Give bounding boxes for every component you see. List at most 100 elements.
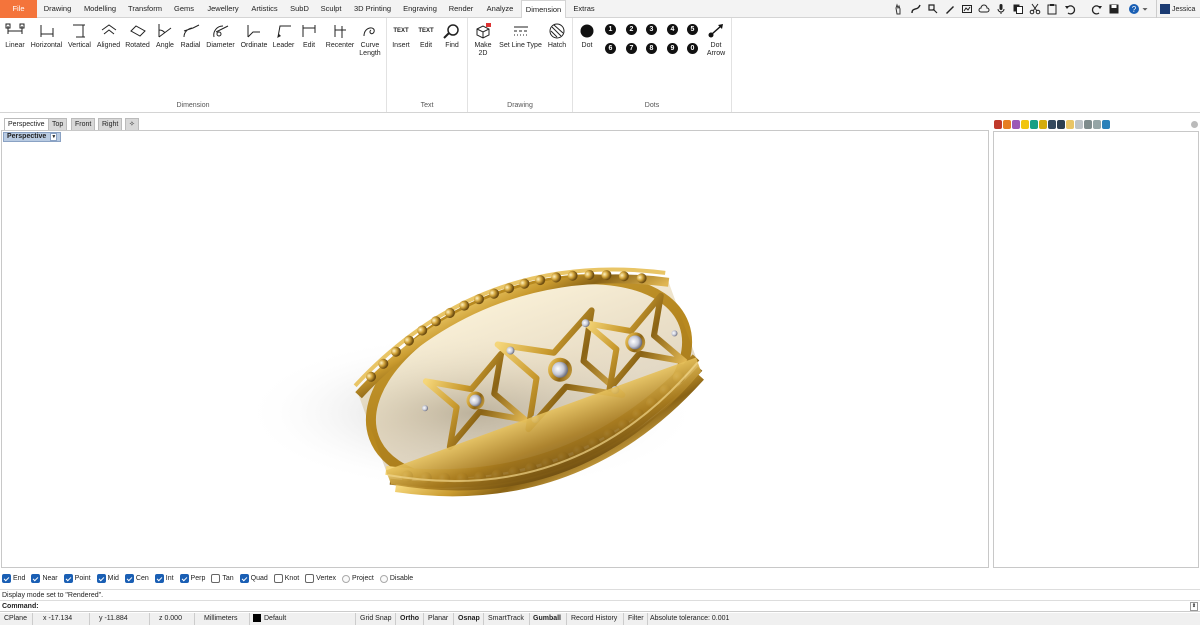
tab-modelling[interactable]: Modelling [80,0,120,18]
osnap-cen[interactable]: Cen [124,574,149,583]
tab-right[interactable]: Right [98,118,123,130]
folder-panel-icon[interactable] [1039,120,1047,129]
tab-gems[interactable]: Gems [170,0,198,18]
cen-checkbox[interactable] [124,574,134,583]
tab-drawing[interactable]: Drawing [40,0,75,18]
find-text-button[interactable]: Find [441,20,463,50]
dot-0-button[interactable]: 0 [687,43,698,54]
diameter-button[interactable]: Diameter [205,20,236,50]
tab-analyze[interactable]: Analyze [482,0,518,18]
osnap-perp[interactable]: Perp [179,574,205,583]
leader-button[interactable]: Leader [271,20,296,50]
layers-panel-icon[interactable] [1003,120,1011,129]
save-icon[interactable] [1106,1,1121,16]
vertex-checkbox[interactable] [305,574,315,583]
tab-jewellery[interactable]: Jewellery [203,0,243,18]
project-radio[interactable] [342,574,351,583]
aligned-button[interactable]: Aligned [95,20,122,50]
help-dropdown-icon[interactable] [1140,1,1150,16]
osnap-vertex[interactable]: Vertex [305,574,336,583]
ordinate-button[interactable]: Ordinate [239,20,269,50]
dot-6-button[interactable]: 6 [605,43,616,54]
osnap-tan[interactable]: Tan [211,574,234,583]
disable-radio[interactable] [379,574,388,583]
dot-1-button[interactable]: 1 [605,24,616,35]
tab-transform[interactable]: Transform [125,0,165,18]
osnap-knot[interactable]: Knot [273,574,299,583]
hand-icon[interactable] [890,1,905,16]
knot-checkbox[interactable] [273,574,283,583]
near-checkbox[interactable] [31,574,41,583]
tab-perspective[interactable]: Perspective [4,118,49,130]
panel-settings-icon[interactable] [1191,121,1198,128]
cloud-icon[interactable] [976,1,991,16]
render-panel-icon[interactable] [1012,120,1020,129]
redo-icon[interactable] [1089,1,1104,16]
curve-length-button[interactable]: Curve Length [357,20,383,58]
named-views-panel-icon[interactable] [1057,120,1065,129]
hatch-button[interactable]: Hatch [545,20,569,50]
horizontal-button[interactable]: Horizontal [30,20,63,50]
display-panel-icon[interactable] [1048,120,1056,129]
filter-toggle[interactable]: Filter [624,613,648,625]
help-icon[interactable]: ? [1126,1,1141,16]
gumball-toggle[interactable]: Gumball [530,613,567,625]
user-account[interactable]: Jessica [1156,0,1200,18]
tab-render[interactable]: Render [445,0,477,18]
perp-checkbox[interactable] [179,574,189,583]
tab-front[interactable]: Front [71,118,96,130]
tab-3d-printing[interactable]: 3D Printing [350,0,395,18]
properties-panel-icon[interactable] [994,120,1002,129]
dot-9-button[interactable]: 9 [667,43,678,54]
tab-artistics[interactable]: Artistics [247,0,282,18]
quad-checkbox[interactable] [239,574,249,583]
cut-icon[interactable] [1027,1,1042,16]
command-input[interactable] [40,602,1180,611]
cplane-label[interactable]: CPlane [0,613,33,625]
angle-button[interactable]: Angle [153,20,177,50]
dot-4-button[interactable]: 4 [667,24,678,35]
dot-5-button[interactable]: 5 [687,24,698,35]
dot-arrow-button[interactable]: Dot Arrow [704,20,728,58]
dot-button[interactable]: Dot [577,20,597,50]
dot-2-button[interactable]: 2 [626,24,637,35]
layer-selector[interactable]: Default [250,613,356,625]
tab-engraving[interactable]: Engraving [400,0,440,18]
dot-3-button[interactable]: 3 [646,24,657,35]
materials-panel-icon[interactable] [1021,120,1029,129]
image-icon[interactable] [959,1,974,16]
undo-icon[interactable] [1062,1,1077,16]
radial-button[interactable]: Radial [178,20,203,50]
osnap-quad[interactable]: Quad [239,574,268,583]
smarttrack-toggle[interactable]: SmartTrack [484,613,530,625]
command-scroll-icon[interactable]: ⇕ [1190,602,1198,611]
paste-icon[interactable] [1044,1,1059,16]
grid-snap-toggle[interactable]: Grid Snap [356,613,396,625]
perspective-viewport[interactable]: Perspective ▼ [1,130,989,568]
recenter-button[interactable]: Recenter [323,20,357,50]
set-line-type-button[interactable]: Set Line Type [498,20,543,50]
add-viewport-icon[interactable]: ✧ [125,118,139,130]
osnap-int[interactable]: Int [154,574,174,583]
vertical-button[interactable]: Vertical [66,20,93,50]
tab-subd[interactable]: SubD [287,0,312,18]
help-panel-icon[interactable] [1075,120,1083,129]
osnap-disable[interactable]: Disable [379,574,413,583]
notes-panel-icon[interactable] [1066,120,1074,129]
dot-7-button[interactable]: 7 [626,43,637,54]
files-panel-icon[interactable] [1093,120,1101,129]
insert-text-button[interactable]: TEXT Insert [389,20,413,50]
osnap-toggle[interactable]: Osnap [454,613,484,625]
curve-tool-icon[interactable] [908,1,923,16]
linear-button[interactable]: Linear [2,20,28,50]
edit-text-button[interactable]: TEXT Edit [415,20,437,50]
end-checkbox[interactable] [2,574,11,583]
environment-panel-icon[interactable] [1030,120,1038,129]
planar-toggle[interactable]: Planar [424,613,454,625]
tab-extras[interactable]: Extras [570,0,598,18]
tab-dimension[interactable]: Dimension [521,0,566,19]
transform-icon[interactable] [925,1,940,16]
copy-icon[interactable] [1010,1,1025,16]
osnap-project[interactable]: Project [342,574,374,583]
edit-dimension-button[interactable]: Edit [298,20,320,50]
